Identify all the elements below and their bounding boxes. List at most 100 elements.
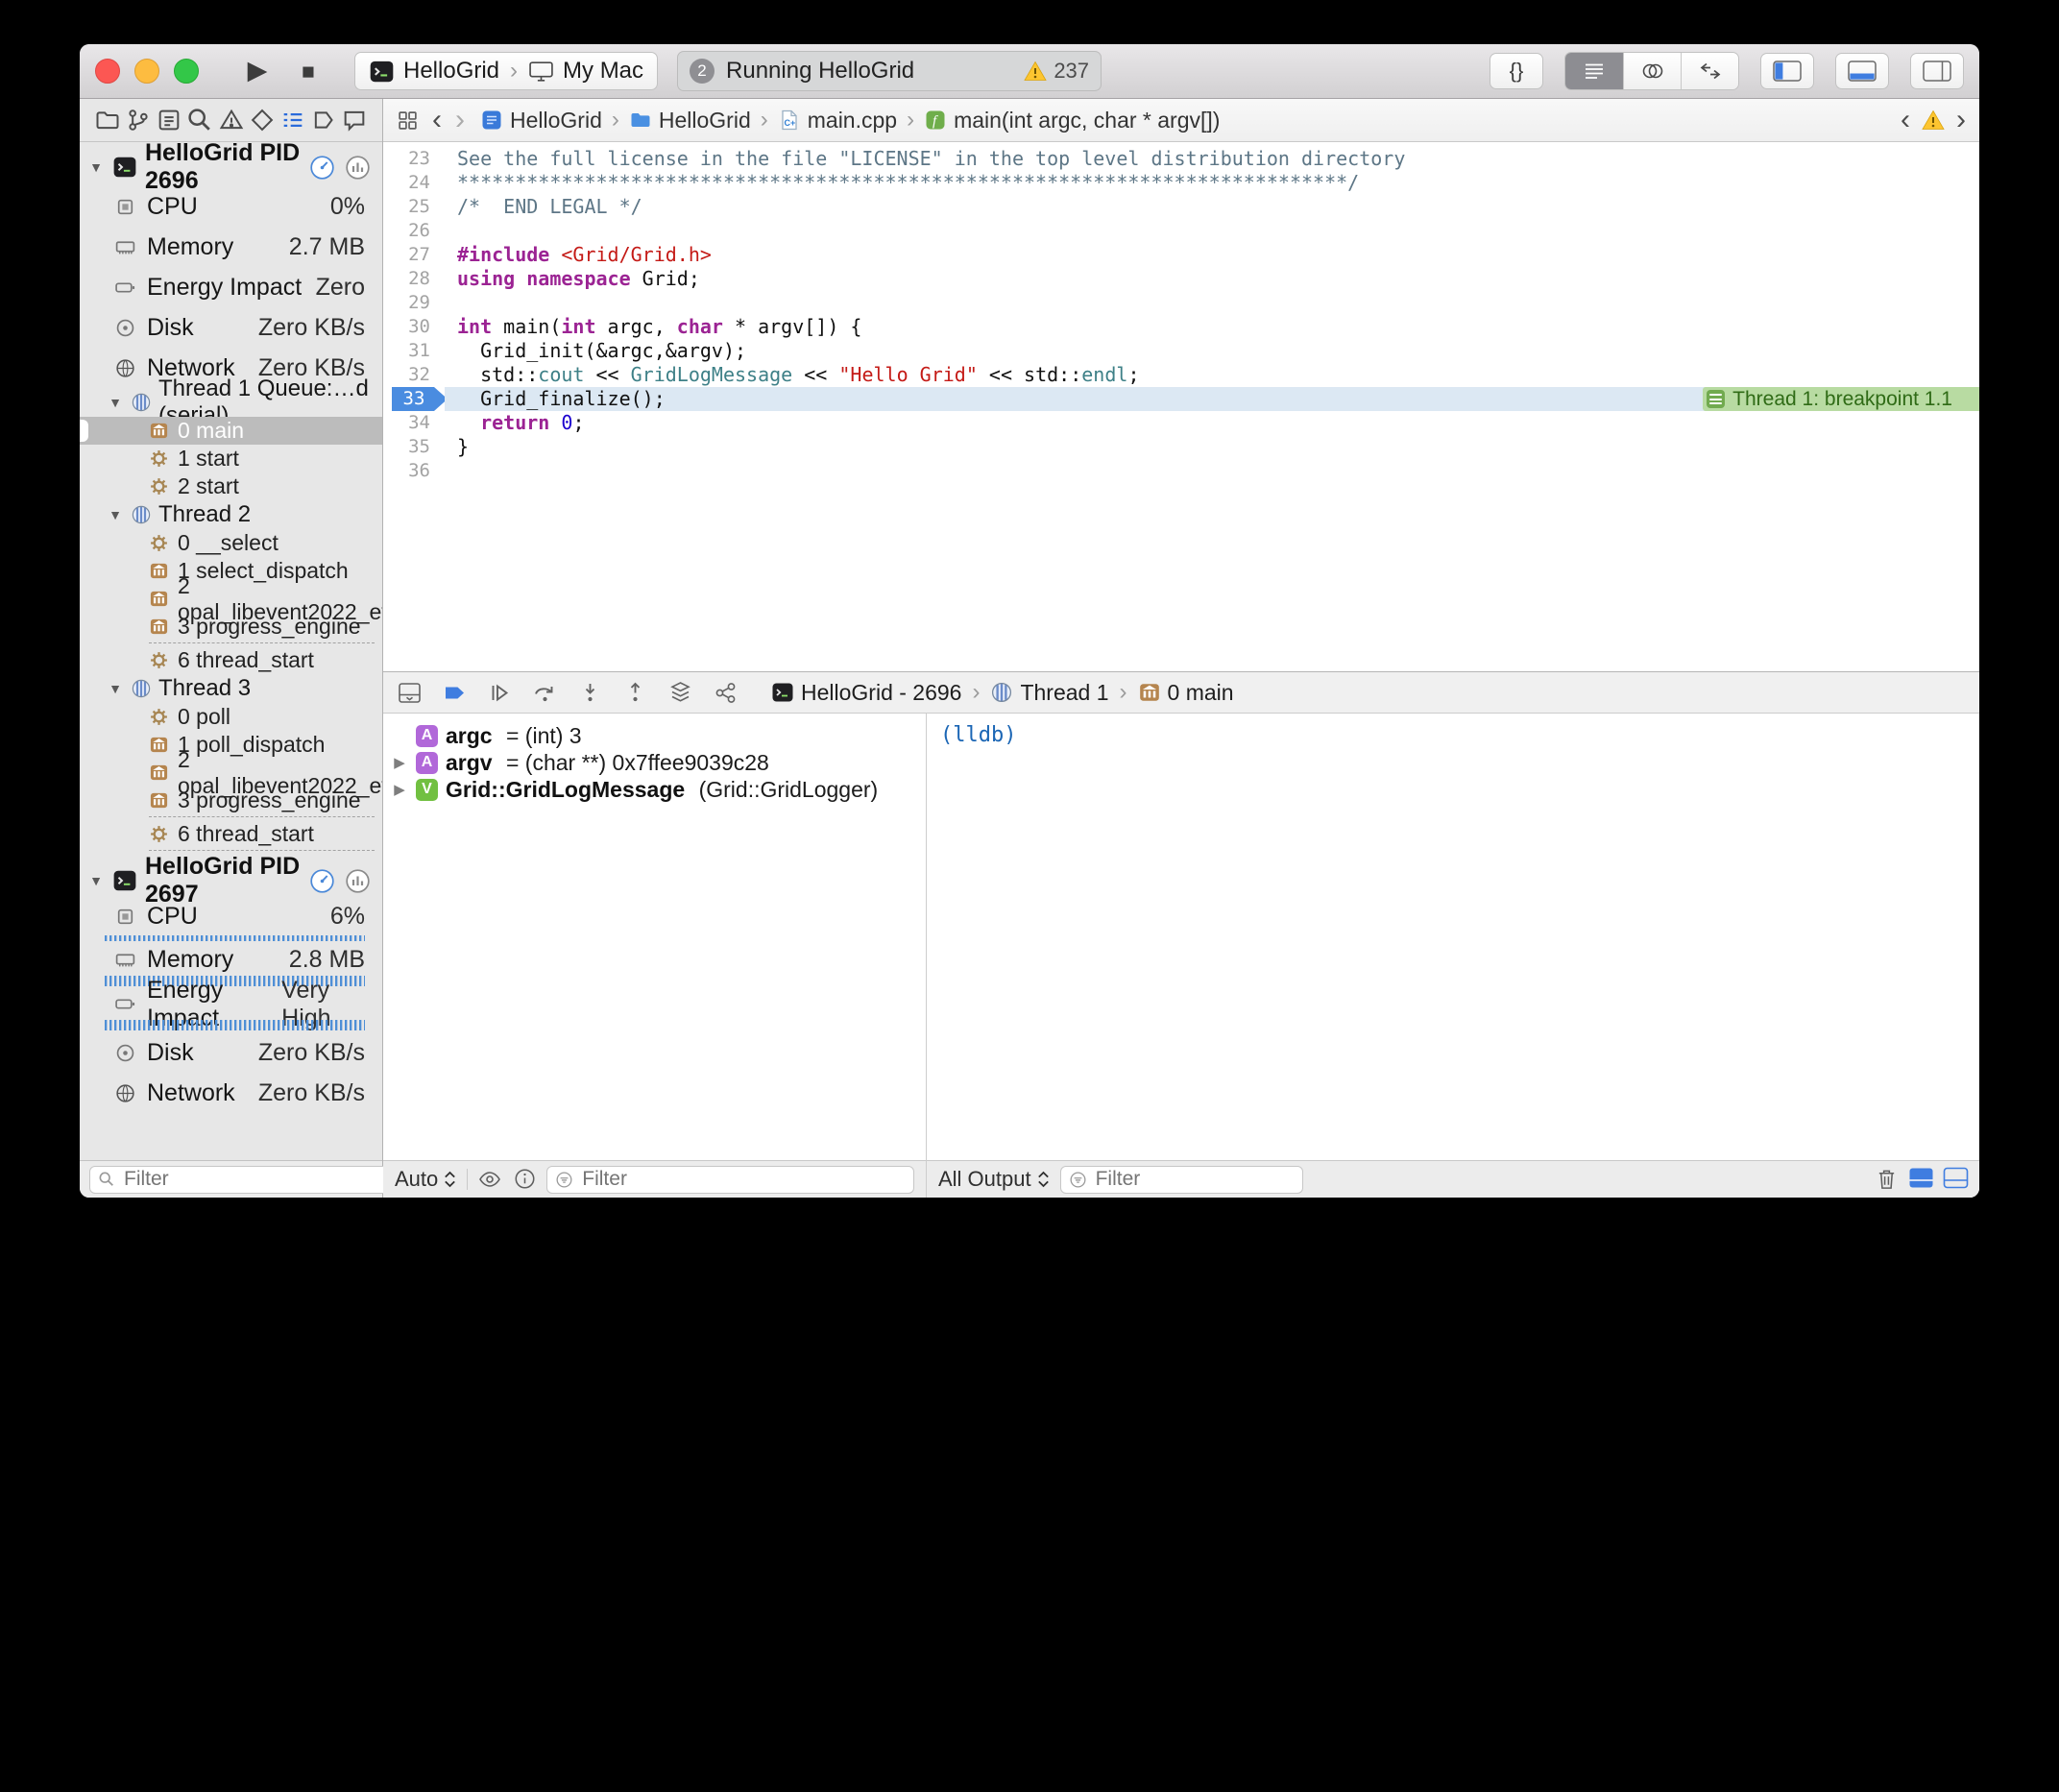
quick-look-button[interactable] bbox=[477, 1167, 502, 1192]
code-line-35[interactable]: 35} bbox=[383, 435, 1979, 459]
variables-filter-field[interactable] bbox=[546, 1166, 914, 1194]
zoom-button[interactable] bbox=[174, 59, 199, 84]
toggle-inspector-button[interactable] bbox=[1910, 53, 1964, 89]
report-navigator-button[interactable] bbox=[341, 107, 368, 133]
code-line-31[interactable]: 31 Grid_init(&argc,&argv); bbox=[383, 339, 1979, 363]
navigator-filter-field[interactable] bbox=[89, 1166, 395, 1194]
gauge-row-network[interactable]: NetworkZero KB/s bbox=[80, 1073, 382, 1113]
disclosure-down-icon[interactable]: ▼ bbox=[107, 395, 124, 410]
next-issue-button[interactable]: › bbox=[1956, 106, 1966, 134]
memory-report-button[interactable] bbox=[345, 155, 371, 181]
output-selector[interactable]: All Output bbox=[938, 1167, 1051, 1192]
code-line-27[interactable]: 27#include <Grid/Grid.h> bbox=[383, 243, 1979, 267]
crumb-thread[interactable]: Thread 1 bbox=[990, 680, 1108, 706]
code-line-26[interactable]: 26 bbox=[383, 219, 1979, 243]
line-number-gutter[interactable]: 25 bbox=[383, 195, 445, 219]
minimize-button[interactable] bbox=[134, 59, 159, 84]
line-number-gutter[interactable]: 32 bbox=[383, 363, 445, 387]
info-button[interactable] bbox=[512, 1167, 537, 1192]
breakpoint-annotation[interactable]: Thread 1: breakpoint 1.1 bbox=[1703, 387, 1979, 411]
variable-row[interactable]: ▶ A argv = (char **) 0x7ffee9039c28 bbox=[391, 749, 926, 776]
continue-execution-button[interactable] bbox=[487, 680, 513, 706]
profile-in-instruments-button[interactable] bbox=[309, 868, 335, 894]
code-review-button[interactable]: {} bbox=[1490, 53, 1543, 89]
stack-frame-row[interactable]: 6 thread_start bbox=[80, 646, 382, 674]
gauge-row-energy-impact[interactable]: Energy ImpactVery High bbox=[80, 988, 382, 1032]
lldb-console[interactable]: (lldb) bbox=[927, 714, 1979, 1160]
console-filter-field[interactable] bbox=[1060, 1166, 1303, 1194]
version-editor-button[interactable] bbox=[1681, 53, 1738, 89]
process-row[interactable]: ▼ HelloGrid PID 2697 bbox=[80, 861, 382, 900]
breakpoint-navigator-button[interactable] bbox=[310, 107, 337, 133]
stack-frame-row[interactable]: 2 start bbox=[80, 472, 382, 500]
variables-filter-input[interactable] bbox=[580, 1167, 906, 1192]
thread-row[interactable]: ▼ Thread 3 bbox=[80, 674, 382, 703]
disclosure-down-icon[interactable]: ▼ bbox=[107, 681, 124, 696]
code-line-30[interactable]: 30int main(int argc, char * argv[]) { bbox=[383, 315, 1979, 339]
stack-frame-row[interactable]: 0 poll bbox=[80, 703, 382, 731]
standard-editor-button[interactable] bbox=[1565, 53, 1623, 89]
gauge-row-disk[interactable]: DiskZero KB/s bbox=[80, 1032, 382, 1073]
line-number-gutter[interactable]: 23 bbox=[383, 147, 445, 171]
line-number-gutter[interactable]: 35 bbox=[383, 435, 445, 459]
forward-button[interactable]: › bbox=[455, 106, 465, 134]
crumb-process[interactable]: HelloGrid - 2696 bbox=[771, 680, 961, 706]
gauge-row-cpu[interactable]: CPU6% bbox=[80, 900, 382, 944]
gauge-row-energy-impact[interactable]: Energy ImpactZero bbox=[80, 267, 382, 307]
gauge-row-cpu[interactable]: CPU0% bbox=[80, 186, 382, 227]
debug-navigator-button[interactable] bbox=[279, 107, 306, 133]
test-navigator-button[interactable] bbox=[249, 107, 276, 133]
instruction-pointer[interactable]: 33 bbox=[392, 387, 448, 411]
code-line-32[interactable]: 32 std::cout << GridLogMessage << "Hello… bbox=[383, 363, 1979, 387]
disclosure-down-icon[interactable]: ▼ bbox=[87, 873, 105, 888]
navigator-filter-input[interactable] bbox=[122, 1167, 386, 1192]
memory-report-button[interactable] bbox=[345, 868, 371, 894]
memory-graph-button[interactable] bbox=[713, 680, 739, 706]
disclosure-down-icon[interactable]: ▼ bbox=[107, 507, 124, 522]
variable-row[interactable]: A argc = (int) 3 bbox=[391, 722, 926, 749]
scope-selector[interactable]: Auto bbox=[395, 1167, 457, 1192]
find-navigator-button[interactable] bbox=[186, 107, 213, 133]
line-number-gutter[interactable]: 29 bbox=[383, 291, 445, 315]
stack-frame-row[interactable]: 0 main bbox=[80, 417, 382, 445]
crumb-group[interactable]: HelloGrid bbox=[629, 108, 751, 133]
disclosure-right-icon[interactable]: ▶ bbox=[391, 781, 408, 798]
stack-frame-row[interactable]: 3 progress_engine bbox=[80, 787, 382, 814]
issue-navigator-button[interactable] bbox=[218, 107, 245, 133]
disclosure-down-icon[interactable]: ▼ bbox=[87, 159, 105, 175]
code-line-29[interactable]: 29 bbox=[383, 291, 1979, 315]
project-navigator-button[interactable] bbox=[94, 107, 121, 133]
variable-row[interactable]: ▶ V Grid::GridLogMessage (Grid::GridLogg… bbox=[391, 776, 926, 803]
hide-debug-area-button[interactable] bbox=[397, 680, 423, 706]
show-console-view-button[interactable] bbox=[1943, 1167, 1968, 1192]
line-number-gutter[interactable]: 31 bbox=[383, 339, 445, 363]
line-number-gutter[interactable]: 33 bbox=[383, 387, 445, 411]
source-control-navigator-button[interactable] bbox=[125, 107, 152, 133]
debug-view-hierarchy-button[interactable] bbox=[667, 680, 693, 706]
code-line-24[interactable]: 24**************************************… bbox=[383, 171, 1979, 195]
code-line-28[interactable]: 28using namespace Grid; bbox=[383, 267, 1979, 291]
line-number-gutter[interactable]: 24 bbox=[383, 171, 445, 195]
step-out-button[interactable] bbox=[622, 680, 648, 706]
activate-breakpoints-button[interactable] bbox=[442, 680, 468, 706]
run-button[interactable]: ▶ bbox=[231, 58, 283, 85]
scheme-selector[interactable]: HelloGrid › My Mac bbox=[354, 52, 658, 90]
code-line-33[interactable]: 33 Grid_finalize(); Thread 1: breakpoint… bbox=[383, 387, 1979, 411]
line-number-gutter[interactable]: 36 bbox=[383, 459, 445, 483]
clear-console-button[interactable] bbox=[1874, 1167, 1899, 1192]
thread-row[interactable]: ▼ Thread 2 bbox=[80, 500, 382, 529]
stack-frame-row[interactable]: 2 opal_libevent2022_ev… bbox=[80, 585, 382, 613]
close-button[interactable] bbox=[95, 59, 120, 84]
code-line-36[interactable]: 36 bbox=[383, 459, 1979, 483]
gauge-row-disk[interactable]: DiskZero KB/s bbox=[80, 307, 382, 348]
stop-button[interactable]: ■ bbox=[283, 59, 333, 84]
stack-frame-row[interactable]: 2 opal_libevent2022_ev… bbox=[80, 759, 382, 787]
symbol-navigator-button[interactable] bbox=[156, 107, 182, 133]
code-line-23[interactable]: 23See the full license in the file "LICE… bbox=[383, 147, 1979, 171]
disclosure-right-icon[interactable]: ▶ bbox=[391, 754, 408, 771]
back-button[interactable]: ‹ bbox=[432, 106, 442, 134]
stack-frame-row[interactable]: 6 thread_start bbox=[80, 820, 382, 848]
toggle-debug-area-button[interactable] bbox=[1835, 53, 1889, 89]
line-number-gutter[interactable]: 27 bbox=[383, 243, 445, 267]
stack-frame-row[interactable]: 1 start bbox=[80, 445, 382, 472]
